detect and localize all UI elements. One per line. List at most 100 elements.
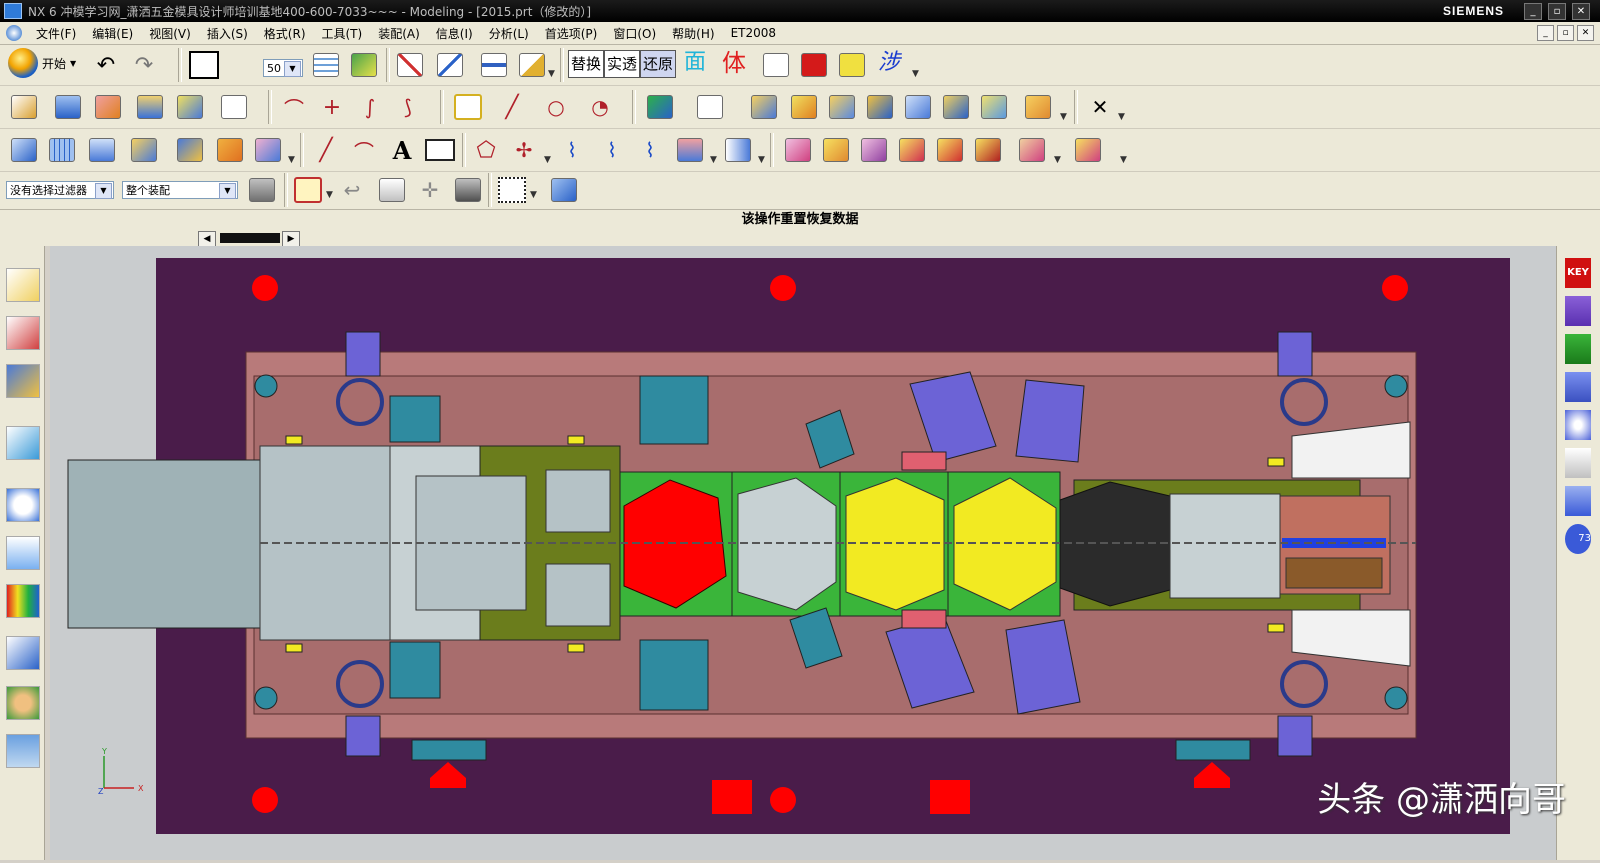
scroll-left-icon[interactable]: ◀ — [198, 231, 216, 247]
chevron-down-icon[interactable]: ▼ — [1118, 112, 1125, 122]
offset-surface-icon[interactable] — [214, 134, 246, 166]
chevron-down-icon[interactable]: ▼ — [544, 155, 551, 165]
menu-help[interactable]: 帮助(H) — [664, 25, 722, 42]
menu-assemblies[interactable]: 装配(A) — [370, 25, 428, 42]
restore-view-button[interactable]: 还原 — [640, 50, 677, 78]
blue-block-icon[interactable] — [1565, 372, 1591, 402]
join-curve-icon[interactable]: ⌇ — [556, 134, 588, 166]
quick-pick-icon[interactable]: ✛ — [414, 174, 446, 206]
block-icon[interactable] — [748, 91, 780, 123]
show-all-icon[interactable] — [548, 174, 580, 206]
face-button[interactable]: 面 — [682, 50, 708, 76]
roles-icon[interactable] — [6, 686, 40, 720]
green-part-icon[interactable] — [1565, 334, 1591, 364]
replace-button[interactable]: 替换 — [568, 50, 605, 78]
constraint-navigator-icon[interactable] — [6, 316, 40, 350]
doc-close-button[interactable]: ✕ — [1577, 25, 1594, 41]
basic-arc-icon[interactable]: ⌒ — [348, 134, 380, 166]
menu-view[interactable]: 视图(V) — [141, 25, 199, 42]
resize-face-icon[interactable] — [896, 134, 928, 166]
menu-insert[interactable]: 插入(S) — [199, 25, 256, 42]
menu-edit[interactable]: 编辑(E) — [84, 25, 141, 42]
menu-et2008[interactable]: ET2008 — [723, 26, 784, 40]
bridge-curve-icon[interactable]: ⌇ — [596, 134, 628, 166]
work-layer-icon[interactable] — [348, 49, 380, 81]
menu-information[interactable]: 信息(I) — [428, 25, 481, 42]
fillet-icon[interactable] — [788, 91, 820, 123]
transparency-button[interactable]: 实透 — [604, 50, 641, 78]
punch-tool-icon[interactable] — [1565, 296, 1591, 326]
chevron-down-icon[interactable]: ▼ — [1054, 155, 1061, 165]
menu-file[interactable]: 文件(F) — [28, 25, 84, 42]
csys-icon[interactable] — [394, 49, 426, 81]
polygon-icon[interactable]: ⬠ — [470, 134, 502, 166]
menu-preferences[interactable]: 首选项(P) — [537, 25, 606, 42]
link-icon[interactable] — [452, 91, 484, 123]
doc-minimize-button[interactable]: _ — [1537, 25, 1554, 41]
point-set-icon[interactable]: ✢ — [508, 134, 540, 166]
basic-line-icon[interactable]: ╱ — [310, 134, 342, 166]
doc-restore-button[interactable]: ▫ — [1557, 25, 1574, 41]
datum-plane-icon[interactable] — [218, 91, 250, 123]
menu-analysis[interactable]: 分析(L) — [481, 25, 537, 42]
bounded-plane-icon[interactable] — [128, 134, 160, 166]
measure-distance-icon[interactable] — [478, 49, 510, 81]
hole-icon[interactable] — [134, 91, 166, 123]
wcs-icon[interactable] — [434, 49, 466, 81]
offset-curve-icon[interactable]: ⟆ — [392, 91, 424, 123]
copy-face-icon[interactable] — [1016, 134, 1048, 166]
trim-sheet-icon[interactable] — [252, 134, 284, 166]
sketch-icon[interactable] — [8, 91, 40, 123]
start-button[interactable]: 开始 ▼ — [8, 45, 76, 81]
extract-body-icon[interactable] — [902, 91, 934, 123]
replace-face-icon[interactable] — [858, 134, 890, 166]
scroll-thumb[interactable] — [220, 233, 280, 243]
select-all-icon[interactable] — [376, 174, 408, 206]
extract-curve-icon[interactable] — [722, 134, 754, 166]
graphics-window[interactable]: Y X Z — [50, 246, 1556, 860]
bolt-part-icon[interactable] — [1565, 486, 1591, 516]
key-button[interactable]: KEY — [1565, 258, 1591, 288]
menu-tools[interactable]: 工具(T) — [314, 25, 371, 42]
redo-icon[interactable]: ↷ — [128, 49, 160, 81]
rectangle-icon[interactable] — [424, 134, 456, 166]
menu-window[interactable]: 窗口(O) — [605, 25, 664, 42]
circle-icon[interactable]: ○ — [540, 91, 572, 123]
chevron-down-icon[interactable]: ▼ — [1120, 155, 1127, 165]
unite-icon[interactable] — [940, 91, 972, 123]
resize-blend-icon[interactable] — [934, 134, 966, 166]
assembly-filter-icon[interactable] — [246, 174, 278, 206]
scroll-right-icon[interactable]: ▶ — [282, 231, 300, 247]
project-curve-icon[interactable]: ⌇ — [634, 134, 666, 166]
wrap-curve-icon[interactable] — [674, 134, 706, 166]
chevron-down-icon[interactable]: ▼ — [288, 155, 295, 165]
nx-menu-icon[interactable] — [6, 25, 22, 41]
layer-settings-icon[interactable] — [310, 49, 342, 81]
minimize-button[interactable]: _ — [1524, 3, 1542, 20]
shell-icon[interactable] — [826, 91, 858, 123]
chevron-down-icon[interactable]: ▼ — [710, 155, 717, 165]
measure-angle-icon[interactable] — [516, 49, 548, 81]
reset-selection-icon[interactable]: ↩ — [336, 174, 368, 206]
display-mode-icon[interactable] — [188, 49, 220, 81]
ruled-surface-icon[interactable] — [8, 134, 40, 166]
arc-icon[interactable]: ◔ — [584, 91, 616, 123]
subtract-icon[interactable] — [978, 91, 1010, 123]
system-materials-icon[interactable] — [6, 536, 40, 570]
spline-icon[interactable]: ∫ — [354, 91, 386, 123]
body-button[interactable]: 体 — [720, 50, 748, 76]
zoom-combo[interactable]: 50 ▼ — [263, 59, 303, 77]
yellow-solid-icon[interactable] — [836, 49, 868, 81]
move-face-icon[interactable] — [782, 134, 814, 166]
menu-format[interactable]: 格式(R) — [256, 25, 314, 42]
mirror-body-icon[interactable] — [864, 91, 896, 123]
thicken-icon[interactable] — [174, 134, 206, 166]
reuse-library-icon[interactable] — [6, 426, 40, 460]
chevron-down-icon[interactable]: ▼ — [548, 69, 555, 79]
triangle-part-icon[interactable] — [1565, 410, 1591, 440]
chevron-down-icon[interactable]: ▼ — [912, 69, 919, 79]
mesh-surface-icon[interactable] — [46, 134, 78, 166]
pin-part-icon[interactable] — [1565, 448, 1591, 478]
snap-point-icon[interactable] — [292, 174, 324, 206]
selection-scope-combo[interactable]: 整个装配 ▼ — [122, 181, 238, 199]
